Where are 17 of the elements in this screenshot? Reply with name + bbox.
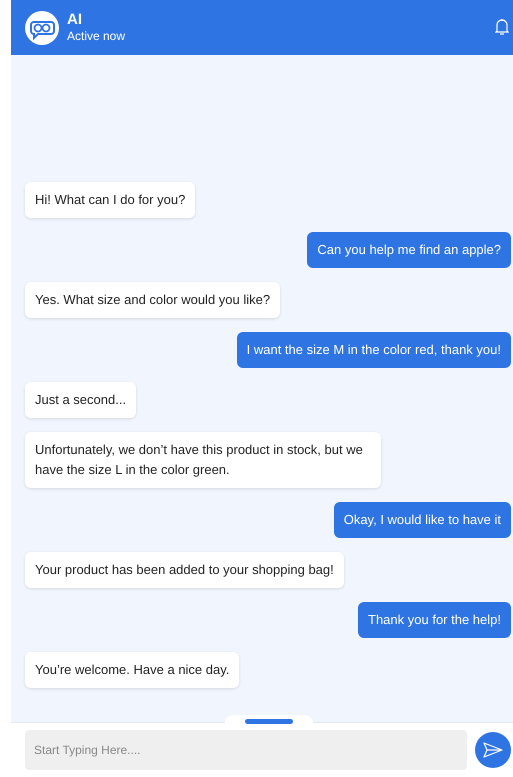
bot-message: Your product has been added to your shopping bag! — [25, 552, 344, 588]
bot-message: You’re welcome. Have a nice day. — [25, 652, 240, 688]
message-input[interactable]: Start Typing Here.... — [25, 730, 467, 770]
bot-message: Hi! What can I do for you? — [25, 182, 196, 218]
user-message: Thank you for the help! — [358, 602, 511, 638]
chat-logo-icon — [25, 10, 59, 44]
bot-message: Just a second... — [25, 382, 136, 418]
status-text: Active now — [67, 29, 126, 44]
send-button[interactable] — [475, 732, 511, 768]
bot-message: Unfortunately, we don’t have this product in stock, but we have the size L in the color green. — [25, 432, 381, 488]
user-message: Okay, I would like to have it — [334, 502, 511, 538]
user-message: I want the size M in the color red, thank you! — [236, 332, 511, 368]
bot-message: Yes. What size and color would you like? — [25, 282, 280, 318]
send-icon — [483, 742, 503, 758]
chat-title: AI — [67, 10, 83, 30]
bell-icon[interactable] — [495, 18, 509, 36]
user-message: Can you help me find an apple? — [307, 232, 511, 268]
